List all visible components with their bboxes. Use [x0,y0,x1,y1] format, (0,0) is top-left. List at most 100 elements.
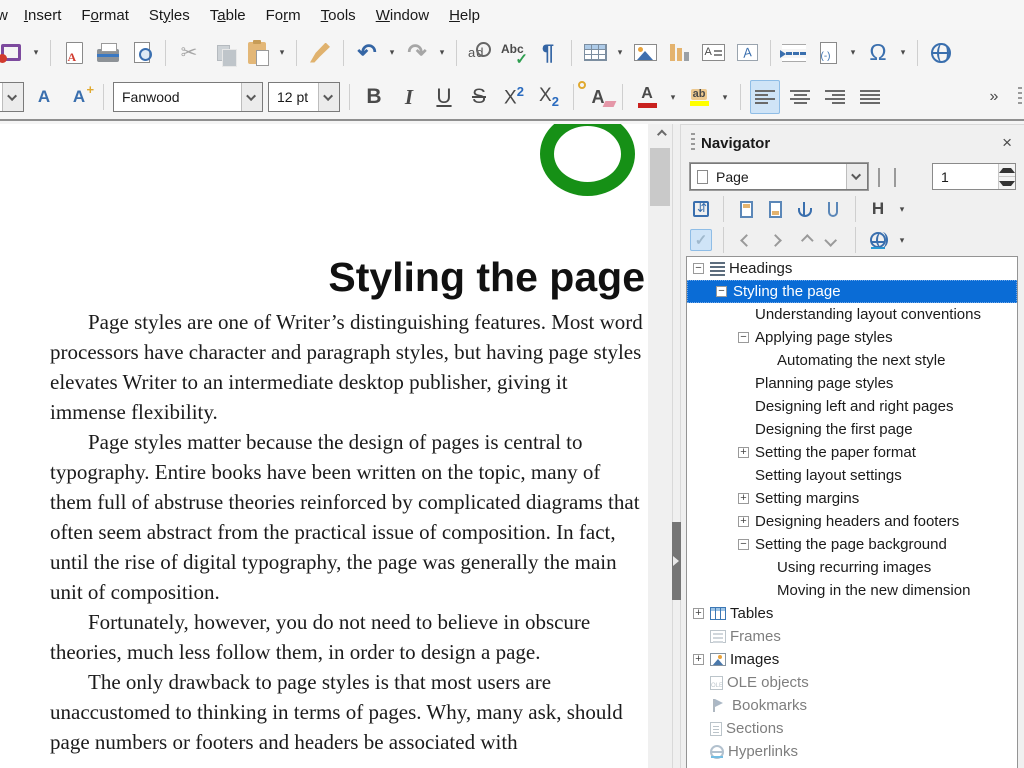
show-draw-functions-button[interactable] [732,36,762,70]
spin-down-button[interactable] [999,176,1015,189]
tree-expander[interactable] [693,700,704,711]
bold-button[interactable]: B [359,80,389,114]
tree-expander[interactable] [693,654,704,665]
document-paragraph[interactable]: The only drawback to page styles is that… [50,667,647,757]
insert-special-character-dropdown[interactable] [897,36,909,70]
align-right-button[interactable] [820,80,850,114]
tree-item[interactable]: Images [687,648,1017,671]
insert-special-character-button[interactable] [863,36,893,70]
tree-item[interactable]: Understanding layout conventions [687,303,1017,326]
document-canvas[interactable]: Styling the page Page styles are one of … [0,124,648,768]
undo-dropdown[interactable] [386,36,398,70]
menu-item[interactable]: Form [256,4,311,27]
tree-item[interactable]: Setting margins [687,487,1017,510]
tree-expander[interactable] [738,309,749,320]
tree-item[interactable]: Designing left and right pages [687,395,1017,418]
font-size-combo[interactable]: 12 pt [268,82,340,112]
menu-item[interactable]: Table [200,4,256,27]
menu-item[interactable]: Window [366,4,439,27]
demote-button[interactable] [822,229,844,251]
navigate-by-combo[interactable]: Page [690,163,868,190]
tree-item[interactable]: Planning page styles [687,372,1017,395]
undo-button[interactable] [352,36,382,70]
find-replace-button[interactable] [465,36,495,70]
font-name-dropdown[interactable] [241,83,262,111]
scrollbar-thumb[interactable] [650,148,670,206]
tree-expander[interactable] [738,516,749,527]
drag-mode-button[interactable] [867,229,889,251]
tree-expander[interactable] [738,378,749,389]
anchor-text-button[interactable] [793,198,815,220]
clear-formatting-button[interactable]: A [583,80,613,114]
paste-dropdown[interactable] [276,36,288,70]
tree-expander[interactable] [693,631,704,642]
font-name-combo[interactable]: Fanwood [113,82,263,112]
tree-expander[interactable] [738,401,749,412]
scroll-up-button[interactable] [648,124,672,144]
navigator-grip[interactable] [691,133,695,153]
insert-text-box-button[interactable] [698,36,728,70]
insert-image-button[interactable] [630,36,660,70]
insert-hyperlink-button[interactable] [926,36,956,70]
tree-item[interactable]: Using recurring images [687,556,1017,579]
font-color-button[interactable]: A [632,80,662,114]
tree-expander[interactable] [693,746,704,757]
tree-expander[interactable] [693,723,704,734]
tree-item[interactable] [687,763,1017,768]
document-body[interactable]: Page styles are one of Writer’s distingu… [50,307,647,757]
promote-button[interactable] [793,229,815,251]
font-color-dropdown[interactable] [667,80,679,114]
menu-item[interactable]: Format [71,4,139,27]
tree-item[interactable]: Styling the page [687,280,1017,303]
tree-expander[interactable] [738,539,749,550]
insert-chart-button[interactable] [664,36,694,70]
previous-button[interactable] [735,229,757,251]
tree-item[interactable]: Applying page styles [687,326,1017,349]
align-center-button[interactable] [785,80,815,114]
tree-item[interactable]: Setting layout settings [687,464,1017,487]
green-ring-shape[interactable] [540,124,635,196]
tree-expander[interactable] [760,585,771,596]
document-paragraph[interactable]: Page styles matter because the design of… [50,427,647,607]
highlight-color-button[interactable]: ab [684,80,714,114]
insert-field-button[interactable] [813,36,843,70]
paragraph-style-dropdown[interactable] [2,83,23,111]
paste-button[interactable] [242,36,272,70]
tree-item[interactable]: Tables [687,602,1017,625]
tree-expander[interactable] [738,424,749,435]
redo-button[interactable] [402,36,432,70]
formatting-marks-button[interactable] [533,36,563,70]
menu-item[interactable]: Tools [311,4,366,27]
toolbar-grip[interactable] [1018,87,1022,107]
menu-item[interactable]: Insert [14,4,72,27]
toolbar-overflow-button[interactable]: » [979,80,1009,114]
footer-button[interactable] [764,198,786,220]
page-number-spinner[interactable]: 1 [932,163,1016,190]
tree-expander[interactable] [716,286,727,297]
tree-expander[interactable] [738,447,749,458]
sidebar-splitter[interactable] [672,124,681,768]
update-style-button[interactable]: A [29,80,59,114]
font-size-dropdown[interactable] [318,83,339,111]
redo-dropdown[interactable] [436,36,448,70]
save-button[interactable] [0,36,26,70]
tree-expander[interactable] [760,355,771,366]
tree-item[interactable]: OLE objects [687,671,1017,694]
tree-expander[interactable] [693,677,704,688]
align-left-button[interactable] [750,80,780,114]
tree-item[interactable]: Designing the first page [687,418,1017,441]
tree-item[interactable]: Bookmarks [687,694,1017,717]
strikethrough-button[interactable]: S [464,80,494,114]
print-preview-button[interactable] [127,36,157,70]
header-button[interactable] [735,198,757,220]
heading-levels-button[interactable]: H [867,198,889,220]
cut-button[interactable] [174,36,204,70]
tree-item[interactable]: Hyperlinks [687,740,1017,763]
tree-item[interactable]: Setting the page background [687,533,1017,556]
tree-expander[interactable] [738,470,749,481]
new-style-button[interactable]: A+ [64,80,94,114]
tree-item[interactable]: Sections [687,717,1017,740]
insert-page-break-button[interactable] [779,36,809,70]
tree-expander[interactable] [760,562,771,573]
spin-up-button[interactable] [999,164,1015,176]
